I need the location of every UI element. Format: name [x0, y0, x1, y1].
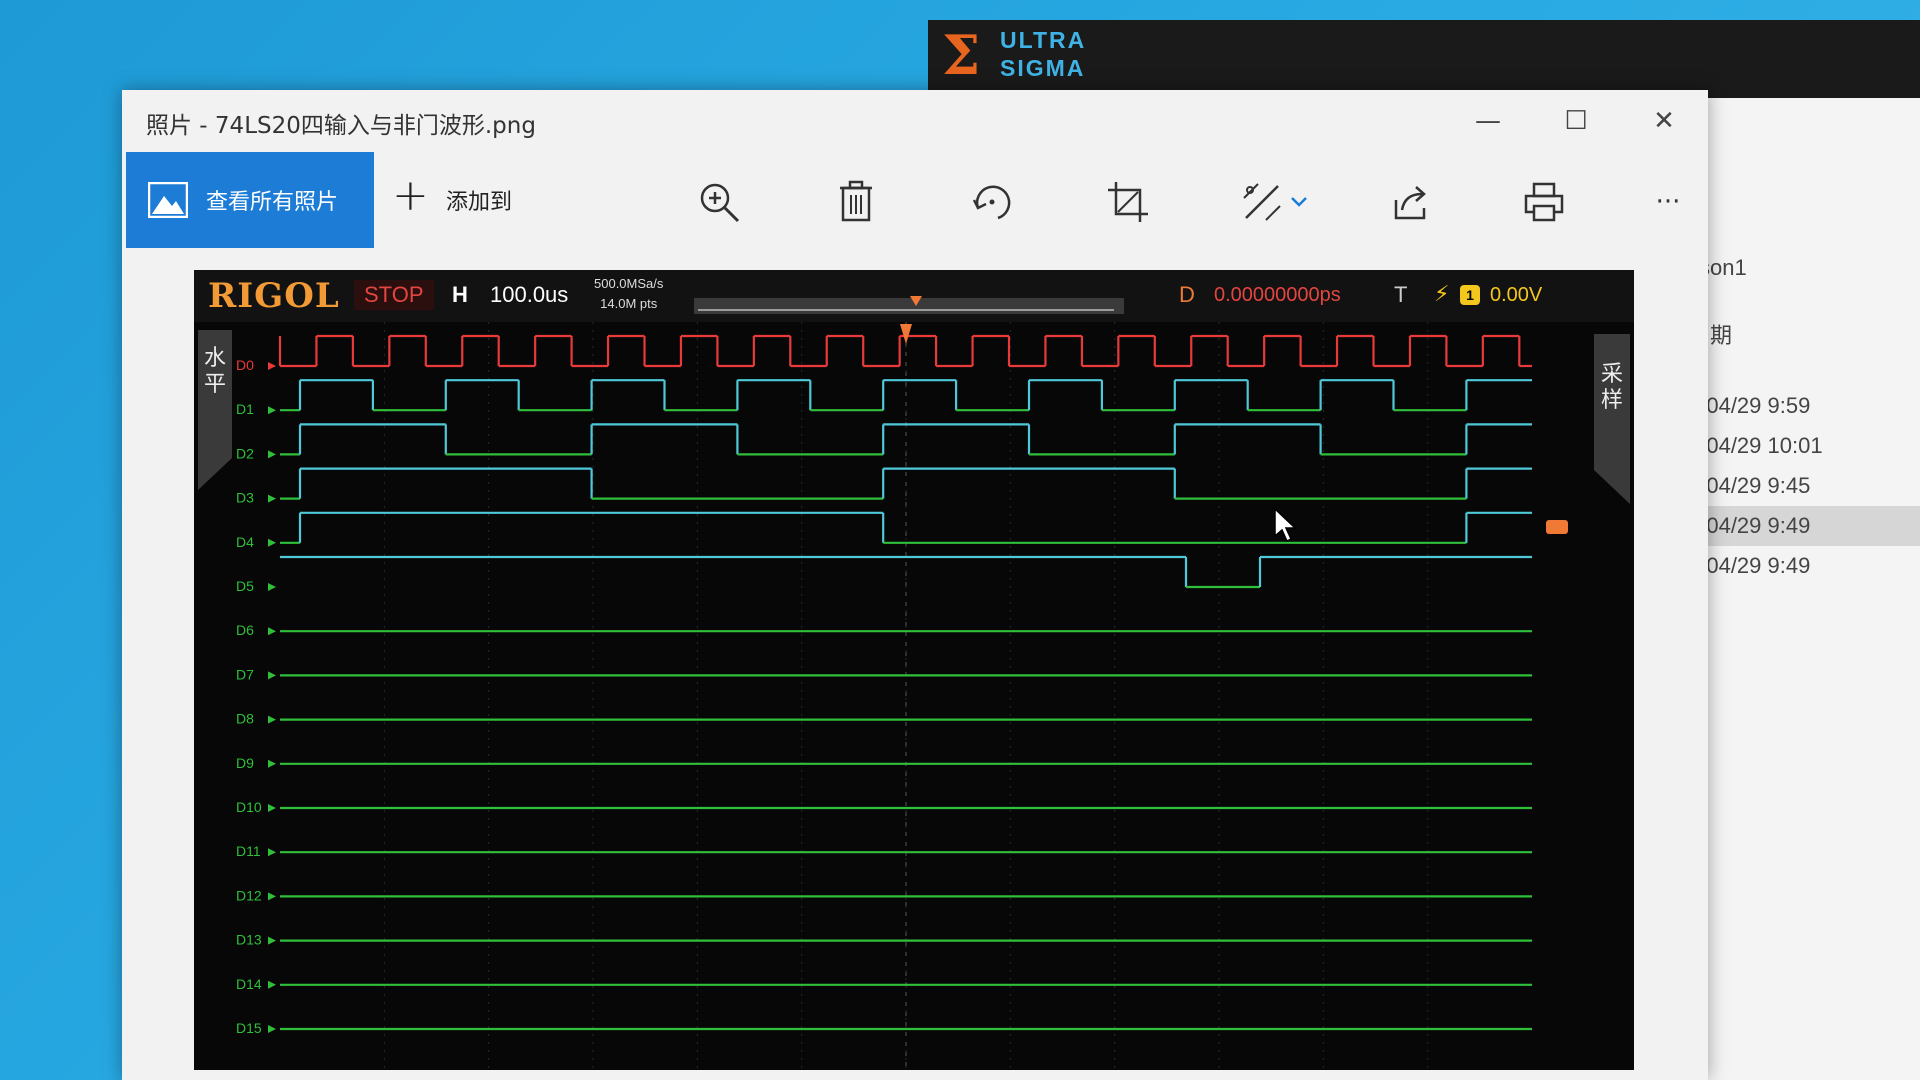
list-item-selected[interactable]: 4/04/29 9:49: [1688, 506, 1920, 546]
channel-label-d3: D3: [236, 490, 254, 506]
ultra-sigma-logo-icon: Σ: [942, 23, 981, 87]
rotate-icon[interactable]: [968, 178, 1016, 226]
window-title: 照片 - 74LS20四输入与非门波形.png: [146, 113, 536, 139]
sample-rate: 500.0MSa/s: [594, 276, 664, 291]
photos-window: 照片 - 74LS20四输入与非门波形.png — ☐ ✕ 查看所有照片 + 添…: [122, 90, 1708, 1080]
edit-icon[interactable]: [1238, 178, 1286, 226]
channel-label-d9: D9: [236, 755, 254, 771]
delay-value: 0.00000000ps: [1214, 284, 1341, 306]
memory-depth: 14.0M pts: [600, 296, 658, 311]
memory-overview-bar: [694, 296, 1124, 316]
channel-label-d11: D11: [236, 843, 261, 859]
channel-marker: [268, 759, 276, 768]
channel-label-d10: D10: [236, 799, 262, 815]
add-to-label: 添加到: [446, 190, 513, 215]
channel-label-d15: D15: [236, 1020, 262, 1036]
trigger-label: T: [1394, 282, 1408, 307]
channel-marker: [268, 538, 276, 547]
more-icon[interactable]: ···: [1644, 178, 1692, 226]
list-item[interactable]: 4/04/29 9:45: [1688, 466, 1920, 506]
channel-marker: [268, 892, 276, 901]
title-bar: 照片 - 74LS20四输入与非门波形.png — ☐ ✕: [122, 90, 1708, 152]
channel-marker: [268, 406, 276, 415]
channel-label-d6: D6: [236, 622, 254, 638]
channel-label-d7: D7: [236, 666, 254, 682]
channel-marker: [268, 362, 276, 370]
background-app-titlebar: Σ ULTRA SIGMA: [928, 20, 1920, 98]
channel-label-d5: D5: [236, 578, 254, 594]
channel-marker: [268, 671, 276, 680]
channel-marker: [268, 627, 276, 636]
acquire-menu-tab: 采样: [1594, 334, 1630, 504]
channel-label-d14: D14: [236, 976, 262, 992]
list-item[interactable]: 4/04/29 10:01: [1688, 426, 1920, 466]
crop-icon[interactable]: [1104, 178, 1152, 226]
view-all-photos-button[interactable]: 查看所有照片: [126, 152, 374, 248]
delay-label: D: [1179, 282, 1195, 307]
channel-marker: [268, 980, 276, 989]
background-file-list: sson1 日期 4/04/29 9:59 4/04/29 10:01 4/04…: [1688, 98, 1920, 1080]
channel-marker: [268, 1025, 276, 1033]
share-icon[interactable]: [1386, 178, 1434, 226]
photo-icon: [147, 181, 189, 219]
channel-marker: [268, 450, 276, 459]
list-header[interactable]: sson1: [1688, 248, 1920, 288]
horizontal-menu-tab: 水平: [198, 330, 232, 490]
minimize-button[interactable]: —: [1452, 96, 1524, 146]
channel-marker: [268, 936, 276, 945]
trigger-marker-icon: [900, 324, 912, 344]
trigger-edge-icon: ⚡: [1434, 282, 1450, 307]
print-icon[interactable]: [1520, 178, 1568, 226]
trigger-level: 0.00V: [1490, 284, 1543, 306]
rigol-logo: RIGOL: [208, 276, 340, 316]
channel-label-d1: D1: [236, 401, 254, 417]
ultra-sigma-logo-text: ULTRA SIGMA: [1000, 27, 1087, 81]
mouse-cursor-icon: [1274, 507, 1297, 543]
view-all-photos-label: 查看所有照片: [206, 190, 339, 215]
date-column-header[interactable]: 日期: [1688, 316, 1920, 356]
oscilloscope-image: RIGOL STOP H 100.0us 500.0MSa/s 14.0M pt…: [194, 270, 1634, 1070]
channel-label-d0: D0: [236, 357, 254, 373]
list-item[interactable]: 4/04/29 9:49: [1688, 546, 1920, 586]
logic-waveform-display: D0 D1 D2 D3 D4 D5 D6 D7 D8 D9 D10 D11 D12 D13 D14 D15: [232, 322, 1592, 1070]
trigger-level-marker-icon: [1546, 520, 1568, 534]
chevron-down-icon[interactable]: [1288, 178, 1310, 226]
horizontal-label: H: [452, 282, 468, 307]
trigger-source-badge: 1: [1460, 285, 1480, 305]
channel-label-d13: D13: [236, 932, 262, 948]
maximize-button[interactable]: ☐: [1540, 96, 1612, 146]
scope-status-bar: RIGOL STOP H 100.0us 500.0MSa/s 14.0M pt…: [194, 270, 1634, 322]
channel-marker: [268, 804, 276, 812]
zoom-in-icon[interactable]: [695, 178, 743, 226]
channel-marker: [268, 494, 276, 503]
channel-label-d8: D8: [236, 711, 254, 727]
plus-icon: +: [392, 170, 429, 221]
close-button[interactable]: ✕: [1628, 96, 1700, 146]
sample-info: 500.0MSa/s 14.0M pts: [594, 274, 663, 314]
channel-label-d4: D4: [236, 534, 254, 550]
channel-marker: [268, 715, 276, 724]
channel-label-d2: D2: [236, 445, 254, 461]
run-status-badge: STOP: [354, 280, 434, 310]
timebase-value: 100.0us: [490, 282, 569, 307]
add-to-button[interactable]: + 添加到: [392, 152, 542, 248]
delete-icon[interactable]: [832, 178, 880, 226]
channel-label-d12: D12: [236, 887, 262, 903]
channel-marker: [268, 583, 276, 591]
toolbar: 查看所有照片 + 添加到 ···: [122, 152, 1708, 248]
list-item[interactable]: 4/04/29 9:59: [1688, 386, 1920, 426]
channel-marker: [268, 848, 276, 857]
